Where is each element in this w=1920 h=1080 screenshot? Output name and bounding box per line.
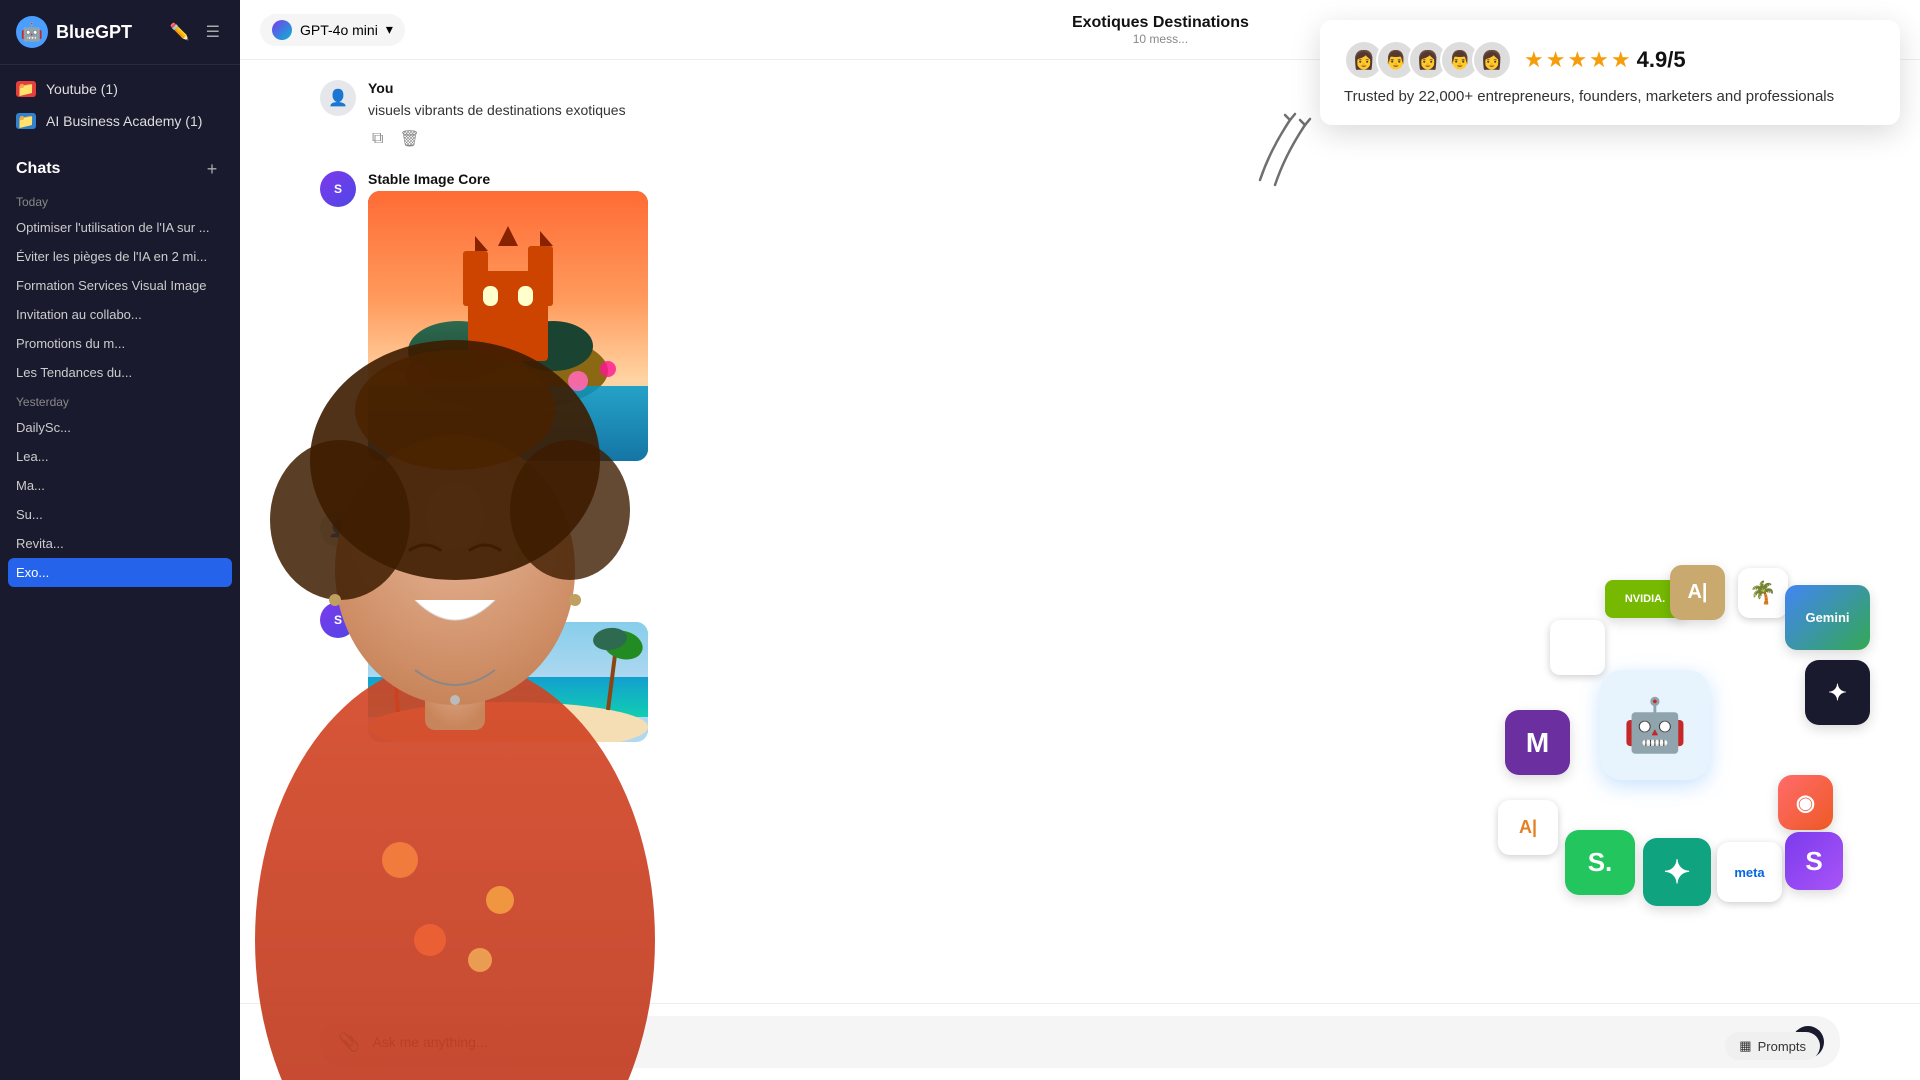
perplexity-logo: ✦: [1805, 660, 1870, 725]
edit-icon-button[interactable]: ✏️: [166, 18, 194, 46]
chat-item[interactable]: Su...: [8, 500, 232, 529]
folders-section: 📁 Youtube (1) 📁 AI Business Academy (1): [0, 65, 240, 145]
colorful-logo: ◉: [1778, 775, 1833, 830]
gemini-text-logo: Gemini: [1785, 585, 1870, 650]
chat-item-active[interactable]: Exo...: [8, 558, 232, 587]
logo-area[interactable]: 🤖 BlueGPT: [16, 16, 132, 48]
sketch-arrows: [1240, 100, 1320, 205]
openai-logo: ✦: [1643, 838, 1711, 906]
chats-label: Chats: [16, 160, 60, 178]
message-text: plage des maldives, realiste: [368, 531, 1840, 552]
copy-button[interactable]: ⧉: [368, 127, 387, 151]
stars-icon: ★★★★★: [1524, 47, 1633, 73]
model-icon: [272, 20, 292, 40]
folder-ai-academy-label: AI Business Academy (1): [46, 113, 202, 129]
stable-avatar: S: [320, 171, 356, 207]
s-purple-logo: S: [1785, 832, 1843, 890]
user-avatar: 👤: [320, 80, 356, 116]
chat-item[interactable]: Les Tendances du...: [8, 358, 232, 387]
chat-item[interactable]: Optimiser l'utilisation de l'IA sur ...: [8, 213, 232, 242]
generated-image-1: [368, 191, 648, 461]
delete-image-button[interactable]: 🗑: [368, 467, 396, 491]
delete-button[interactable]: 🗑: [395, 558, 423, 582]
sp-tagline: Trusted by 22,000+ entrepreneurs, founde…: [1344, 88, 1876, 105]
mystical-logo: M: [1505, 710, 1570, 775]
model-name: GPT-4o mini: [300, 22, 378, 38]
input-wrapper: 📎 🎤 ➤: [320, 1016, 1840, 1068]
anthropic-logo: A|: [1670, 565, 1725, 620]
prompts-label: Prompts: [1758, 1039, 1806, 1054]
menu-icon-button[interactable]: ☰: [202, 18, 224, 46]
anthropic-ai-logo: A|: [1498, 800, 1558, 855]
chat-item[interactable]: Formation Services Visual Image: [8, 271, 232, 300]
palm-logo: 🌴: [1738, 568, 1788, 618]
folder-youtube[interactable]: 📁 Youtube (1): [0, 73, 240, 105]
message-actions: ⧉ 🗑: [368, 127, 1840, 151]
input-bar: 📎 🎤 ➤ ▦ Prompts: [240, 1003, 1920, 1080]
chat-item[interactable]: Invitation au collabo...: [8, 300, 232, 329]
app-name: BlueGPT: [56, 22, 132, 43]
message-row: S Stable Image Core: [320, 171, 1840, 491]
sp-avatar: 👩: [1472, 40, 1512, 80]
sidebar-icons: ✏️ ☰: [166, 18, 224, 46]
chat-item[interactable]: Promotions du m...: [8, 329, 232, 358]
chats-header: Chats +: [0, 145, 240, 187]
add-chat-button[interactable]: +: [200, 157, 224, 181]
prompts-icon: ▦: [1739, 1038, 1751, 1054]
microsoft-logo: [1550, 620, 1605, 675]
message-group-assistant-1: S Stable Image Core: [320, 171, 1840, 491]
sp-rating: ★★★★★ 4.9/5: [1524, 47, 1686, 73]
stability-logo: S.: [1565, 830, 1635, 895]
chevron-down-icon: ▾: [386, 21, 393, 38]
user-avatar: 👤: [320, 511, 356, 547]
social-proof-card: 👩 👨 👩 👨 👩 ★★★★★ 4.9/5 Trusted by 22,000+…: [1320, 20, 1900, 125]
chats-list: Today Optimiser l'utilisation de l'IA su…: [0, 187, 240, 1080]
ai-logos-cluster: NVIDIA. A| 🌴 Gemini ✦ 🤖 M A| ◉ S. ✦: [1460, 560, 1880, 1000]
folder-red-icon: 📁: [16, 81, 36, 97]
sp-top: 👩 👨 👩 👨 👩 ★★★★★ 4.9/5: [1344, 40, 1876, 80]
sidebar: 🤖 BlueGPT ✏️ ☰ 📁 Youtube (1) 📁 AI Busine…: [0, 0, 240, 1080]
chat-input[interactable]: [372, 1034, 1741, 1050]
prompts-button[interactable]: ▦ Prompts: [1725, 1032, 1820, 1060]
model-selector-button[interactable]: GPT-4o mini ▾: [260, 14, 405, 46]
message-sender: Stable Image Core: [368, 171, 1840, 187]
stable-avatar: S: [320, 602, 356, 638]
attach-button[interactable]: 📎: [336, 1030, 362, 1055]
folder-blue-icon: 📁: [16, 113, 36, 129]
meta-logo: meta: [1717, 842, 1782, 902]
copy-button[interactable]: ⧉: [368, 558, 387, 582]
chat-item[interactable]: Éviter les pièges de l'IA en 2 mi...: [8, 242, 232, 271]
sp-avatars: 👩 👨 👩 👨 👩: [1344, 40, 1512, 80]
logo-icon: 🤖: [16, 16, 48, 48]
generated-image-2: [368, 622, 648, 742]
chat-item[interactable]: Revita...: [8, 529, 232, 558]
message-content: Stable Image Core: [368, 171, 1840, 491]
folder-youtube-label: Youtube (1): [46, 81, 118, 97]
today-label: Today: [8, 187, 232, 213]
chat-item[interactable]: DailySc...: [8, 413, 232, 442]
delete-button[interactable]: 🗑: [395, 127, 423, 151]
message-actions: 🗑: [368, 467, 1840, 491]
rating-value: 4.9/5: [1637, 47, 1686, 73]
chat-item[interactable]: Ma...: [8, 471, 232, 500]
yesterday-label: Yesterday: [8, 387, 232, 413]
bluegpt-logo-large: 🤖: [1600, 670, 1710, 780]
chat-item[interactable]: Lea...: [8, 442, 232, 471]
sidebar-header: 🤖 BlueGPT ✏️ ☰: [0, 0, 240, 65]
folder-ai-academy[interactable]: 📁 AI Business Academy (1): [0, 105, 240, 137]
message-sender: You: [368, 511, 1840, 527]
